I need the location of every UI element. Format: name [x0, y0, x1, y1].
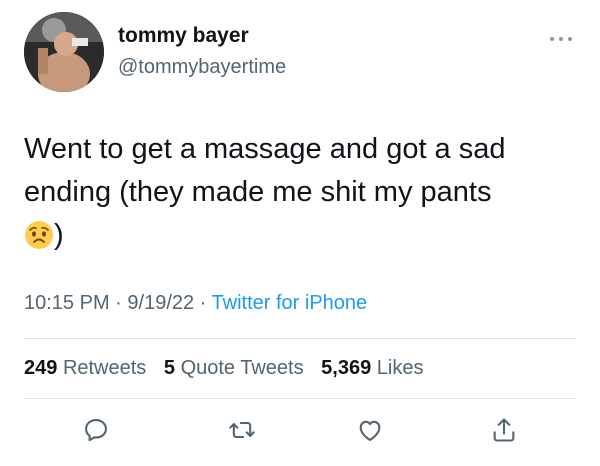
retweet-icon — [229, 421, 255, 439]
quote-tweets-count: 5 — [163, 357, 175, 379]
user-handle[interactable]: @tommybayertime — [118, 56, 286, 79]
profile-photo-icon — [24, 12, 104, 92]
retweets-label: Retweets — [62, 357, 147, 379]
like-button[interactable] — [356, 416, 384, 444]
tweet-time[interactable]: 10:15 PM — [24, 292, 110, 314]
quote-tweets-label: Quote Tweets — [180, 357, 304, 379]
quote-tweets-stat[interactable]: 5 Quote Tweets — [164, 357, 304, 379]
likes-count: 5,369 — [321, 357, 372, 379]
retweet-button[interactable] — [228, 416, 256, 444]
divider — [24, 398, 576, 399]
likes-label: Likes — [376, 357, 424, 379]
tweet-text: Went to get a massage and got a sad endi… — [24, 128, 584, 257]
reply-icon — [85, 419, 107, 442]
display-name[interactable]: tommy bayer — [118, 24, 249, 48]
likes-stat[interactable]: 5,369 Likes — [321, 357, 423, 379]
divider — [24, 338, 576, 339]
tweet-text-end: ) — [54, 219, 64, 251]
retweets-count: 249 — [24, 357, 58, 379]
tweet-meta: 10:15 PM · 9/19/22 · Twitter for iPhone — [24, 292, 367, 315]
tweet-date[interactable]: 9/19/22 — [127, 292, 194, 314]
retweets-stat[interactable]: 249 Retweets — [24, 357, 146, 379]
reply-button[interactable] — [82, 416, 110, 444]
share-icon — [493, 418, 515, 442]
meta-separator: · — [194, 292, 212, 314]
engagement-stats: 249 Retweets 5 Quote Tweets 5,369 Likes — [24, 357, 436, 380]
action-bar — [0, 410, 600, 450]
avatar[interactable] — [24, 12, 104, 92]
worried-face-emoji-icon — [25, 221, 53, 249]
share-button[interactable] — [490, 416, 518, 444]
more-options-icon[interactable] — [548, 34, 574, 44]
tweet-body: Went to get a massage and got a sad endi… — [24, 133, 506, 208]
meta-separator: · — [109, 292, 128, 314]
like-icon — [359, 420, 381, 441]
tweet-card: tommy bayer @tommybayertime Went to get … — [0, 0, 600, 466]
tweet-source-link[interactable]: Twitter for iPhone — [212, 292, 368, 314]
